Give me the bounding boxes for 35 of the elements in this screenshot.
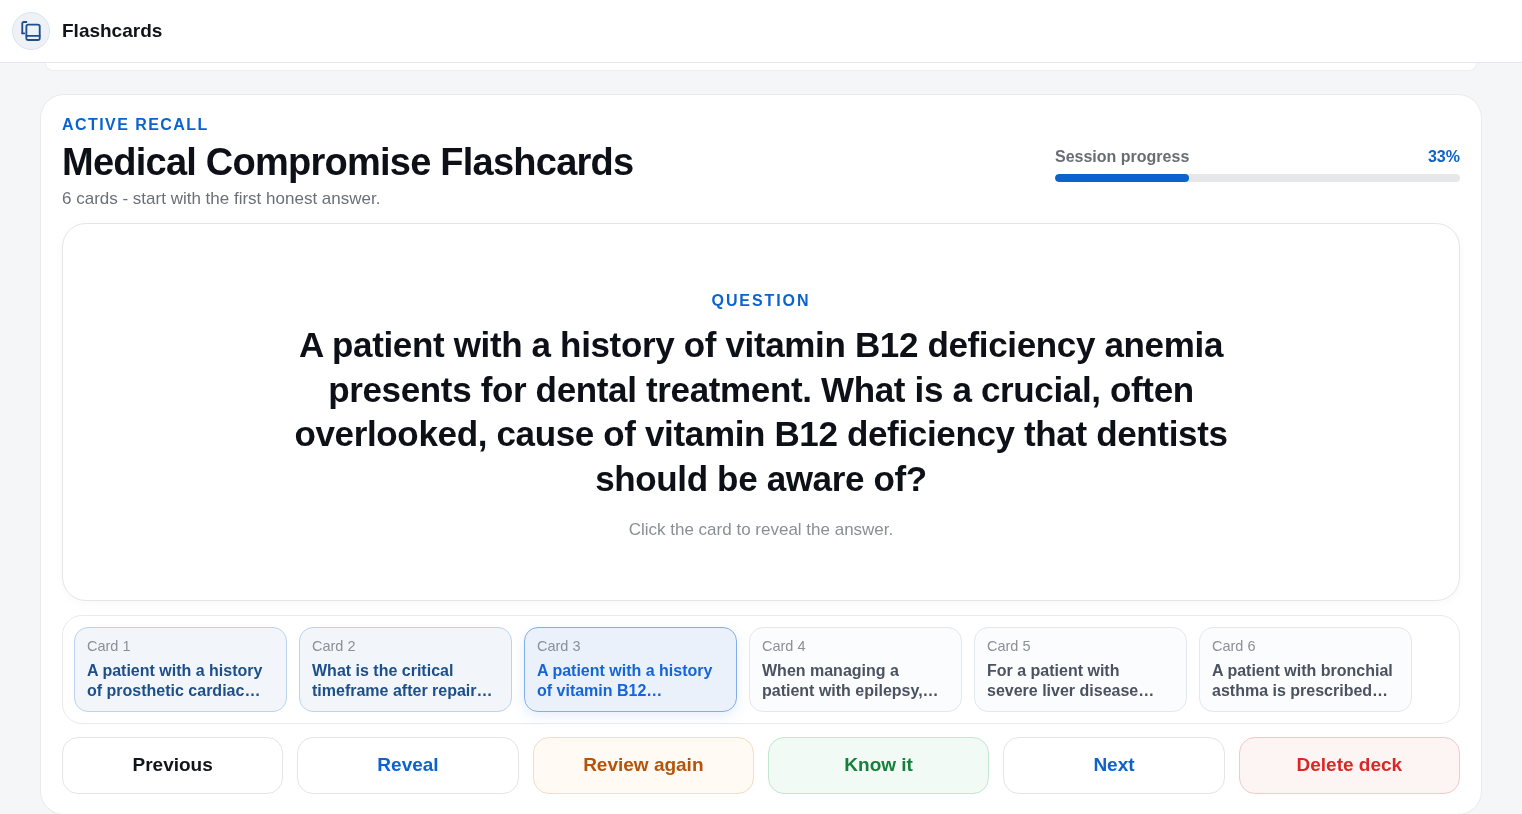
card-preview: A patient with a history of prosthetic cardiac… bbox=[87, 661, 264, 701]
card-tab[interactable]: Card 4 When managing a patient with epilepsy,… bbox=[749, 627, 962, 712]
progress-label: Session progress bbox=[1055, 147, 1190, 167]
action-button[interactable]: Delete deck bbox=[1238, 737, 1460, 794]
card-preview: For a patient with severe liver disease… bbox=[987, 661, 1156, 701]
question-label: QUESTION bbox=[711, 291, 811, 312]
card-preview: When managing a patient with epilepsy,… bbox=[762, 661, 940, 701]
card-tab[interactable]: Card 5 For a patient with severe liver disease… bbox=[974, 627, 1187, 712]
eyebrow-label: ACTIVE RECALL bbox=[62, 115, 210, 135]
deck-title: Medical Compromise Flashcards bbox=[62, 140, 634, 185]
card-number: Card 1 bbox=[87, 637, 132, 655]
action-button[interactable]: Previous bbox=[62, 737, 284, 794]
card-tab[interactable]: Card 6 A patient with bronchial asthma is prescribed… bbox=[1199, 627, 1412, 712]
question-card[interactable] bbox=[62, 223, 1460, 601]
card-preview: What is the critical timeframe after repair… bbox=[312, 661, 494, 701]
card-preview: A patient with a history of vitamin B12… bbox=[537, 661, 714, 701]
reveal-hint: Click the card to reveal the answer. bbox=[628, 519, 894, 542]
action-button[interactable]: Review again bbox=[532, 737, 754, 794]
card-number: Card 3 bbox=[537, 637, 582, 655]
card-tab[interactable]: Card 2 What is the critical timeframe after repair… bbox=[299, 627, 512, 712]
card-number: Card 2 bbox=[312, 637, 357, 655]
card-tab[interactable]: Card 1 A patient with a history of prosthetic cardiac… bbox=[74, 627, 287, 712]
progress-percent: 33% bbox=[1427, 147, 1460, 167]
cards-icon bbox=[21, 21, 41, 41]
card-preview: A patient with bronchial asthma is prescribed… bbox=[1212, 661, 1394, 701]
card-number: Card 6 bbox=[1212, 637, 1257, 655]
app-title: Flashcards bbox=[62, 18, 163, 43]
card-number: Card 5 bbox=[987, 637, 1032, 655]
deck-subtitle: 6 cards - start with the first honest answer. bbox=[62, 188, 382, 210]
action-button[interactable]: Reveal bbox=[297, 737, 519, 794]
card-tab[interactable]: Card 3 A patient with a history of vitamin B12… bbox=[524, 627, 737, 712]
card-number: Card 4 bbox=[762, 637, 807, 655]
question-text: A patient with a history of vitamin B12 deficiency anemia presents for dental treatment. What is a crucial, often overlooked, cause of vitamin B12 deficiency that dentists should be aware of? bbox=[293, 324, 1229, 500]
action-button[interactable]: Know it bbox=[768, 737, 990, 794]
action-button[interactable]: Next bbox=[1003, 737, 1225, 794]
